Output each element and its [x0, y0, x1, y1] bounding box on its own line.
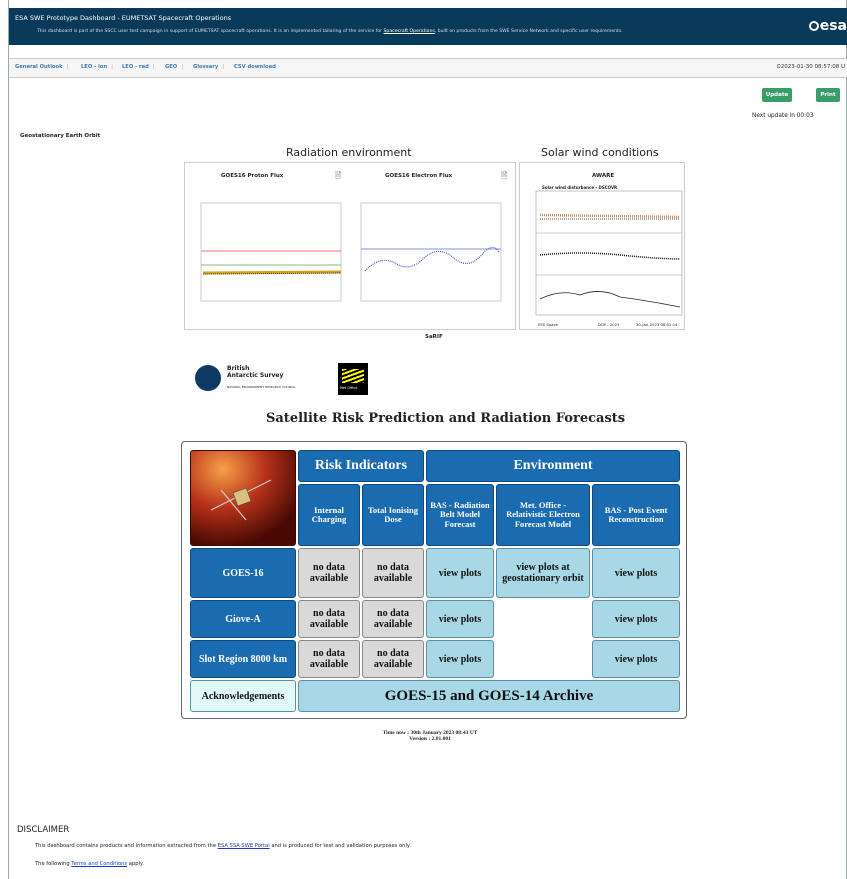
radiation-title: Radiation environment	[286, 146, 412, 159]
tab-csv-download[interactable]: CSV download	[234, 64, 276, 70]
header-title: ESA SWE Prototype Dashboard - EUMETSAT S…	[15, 14, 232, 22]
goes16-internal-charging: no data available	[298, 548, 360, 598]
col-total-ionising-dose: Total Ionising Dose	[362, 484, 424, 546]
disclaimer-title: DISCLAIMER	[17, 825, 70, 835]
col-internal-charging: Internal Charging	[298, 484, 360, 546]
satellite-icon	[191, 451, 295, 545]
header-banner: ESA SWE Prototype Dashboard - EUMETSAT S…	[9, 8, 847, 45]
aware-footer-mid: DOY - 2023	[598, 322, 620, 327]
aware-footer-left: ESS Space	[538, 322, 558, 327]
electron-download-icon[interactable]: 🗎	[501, 170, 507, 184]
proton-download-icon[interactable]: 🗎	[335, 170, 341, 184]
met-office-logo: Met Office	[338, 363, 368, 395]
slot-bas-view-plots[interactable]: view plots	[426, 640, 494, 678]
terms-link[interactable]: Terms and Conditions	[71, 861, 127, 867]
clock-timestamp: ⏲2023-01-30 08:57:08 U	[776, 64, 845, 70]
risk-forecast-table: Risk Indicators Environment Internal Cha…	[181, 441, 687, 719]
esa-ring-icon	[808, 21, 819, 31]
bas-logo-icon	[195, 365, 221, 391]
proton-flux-title: GOES16 Proton Flux	[221, 173, 284, 179]
goes16-tid: no data available	[362, 548, 424, 598]
aware-plot-frame	[535, 190, 683, 316]
flux-plots	[200, 202, 502, 302]
page-frame	[8, 0, 847, 879]
solar-wind-title: Solar wind conditions	[541, 146, 659, 159]
met-office-logo-icon	[342, 369, 364, 383]
tab-glossary[interactable]: Glossary |	[193, 64, 224, 70]
row-goes-16[interactable]: GOES-16	[190, 548, 296, 598]
disclaimer-line-1: This dashboard contains products and inf…	[35, 843, 411, 849]
tab-leo-rad[interactable]: LEO - rad |	[122, 64, 155, 70]
aware-title: AWARE	[592, 173, 615, 179]
srp-title: Satellite Risk Prediction and Radiation …	[266, 411, 626, 426]
col-bas-forecast: BAS - Radiation Belt Model Forecast	[426, 484, 494, 546]
section-label: Geostationary Earth Orbit	[20, 133, 101, 139]
tab-general-outlook[interactable]: General Outlook |	[15, 64, 68, 70]
proton-plot-frame	[200, 202, 342, 302]
tab-geo[interactable]: GEO |	[165, 64, 183, 70]
giove-internal-charging: no data available	[298, 600, 360, 638]
row-slot-region[interactable]: Slot Region 8000 km	[190, 640, 296, 678]
disclaimer-line-2: The following Terms and Conditions apply…	[35, 861, 144, 867]
electron-flux-title: GOES16 Electron Flux	[385, 173, 453, 179]
next-update-text: Next update in 00:03	[752, 113, 814, 119]
goes16-baspost-view-plots[interactable]: view plots	[592, 548, 680, 598]
bas-logo: British Antarctic Survey NATURAL ENVIRONM…	[195, 363, 335, 395]
acknowledgements-button[interactable]: Acknowledgements	[190, 680, 296, 712]
slot-internal-charging: no data available	[298, 640, 360, 678]
table-footer: Time now : 30th January 2023 08:43 UT Ve…	[350, 730, 510, 742]
slot-baspost-view-plots[interactable]: view plots	[592, 640, 680, 678]
satellite-image	[190, 450, 296, 546]
solar-wind-panel: AWARE Solar wind disturbance - DSCOVR ES…	[519, 162, 685, 330]
version: Version : 2.01.001	[409, 736, 451, 742]
giove-tid: no data available	[362, 600, 424, 638]
col-bas-post-event: BAS - Post Event Reconstruction	[592, 484, 680, 546]
goes16-bas-view-plots[interactable]: view plots	[426, 548, 494, 598]
col-met-office: Met. Office - Relativistic Electron Fore…	[496, 484, 590, 546]
sarif-label: SaRIF	[425, 334, 443, 340]
radiation-panel: GOES16 Proton Flux 🗎 GOES16 Electron Flu…	[184, 162, 516, 330]
header-subtitle: This dashboard is part of the SSCC user …	[37, 29, 623, 34]
environment-header: Environment	[426, 450, 680, 482]
aware-plot	[535, 190, 683, 316]
swe-portal-link[interactable]: ESA SSA SWE Portal	[218, 843, 270, 849]
tab-leo-ion[interactable]: LEO - ion |	[81, 64, 113, 70]
archive-button[interactable]: GOES-15 and GOES-14 Archive	[298, 680, 680, 712]
electron-plot-frame	[360, 202, 502, 302]
giove-bas-view-plots[interactable]: view plots	[426, 600, 494, 638]
update-button[interactable]: Update	[762, 88, 792, 102]
slot-tid: no data available	[362, 640, 424, 678]
print-button[interactable]: Print	[816, 88, 840, 102]
giove-baspost-view-plots[interactable]: view plots	[592, 600, 680, 638]
tab-bar: General Outlook | LEO - ion | LEO - rad | G…	[9, 58, 847, 78]
aware-footer-right: 30-Jan-2023 08:52:14	[636, 322, 678, 327]
esa-logo: esa	[808, 18, 847, 34]
row-giove-a[interactable]: Giove-A	[190, 600, 296, 638]
proton-series-orange	[202, 270, 342, 275]
spacecraft-ops-link[interactable]: Spacecraft Operations	[384, 29, 435, 34]
risk-indicators-header: Risk Indicators	[298, 450, 424, 482]
goes16-met-view-plots[interactable]: view plots at geostationary orbit	[496, 548, 590, 598]
